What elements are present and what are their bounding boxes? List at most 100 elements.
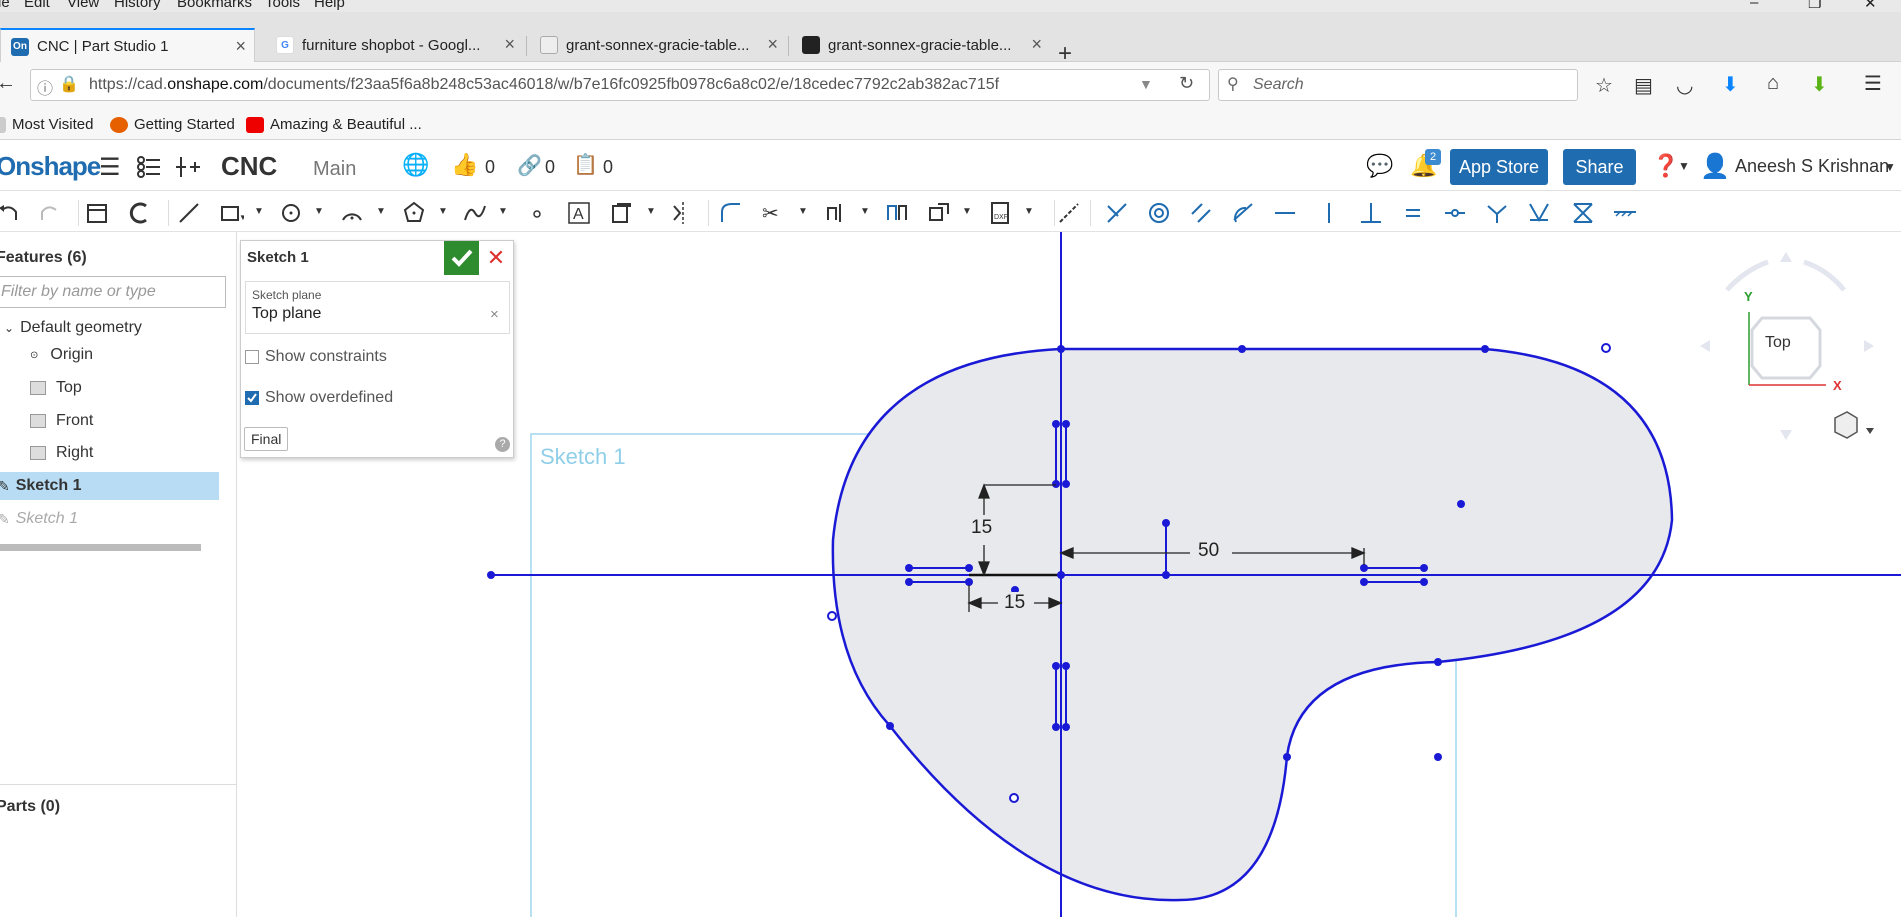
redo-icon[interactable] — [36, 200, 62, 226]
like-icon[interactable]: 👍 — [451, 152, 478, 178]
hamburger-menu-icon[interactable]: ☰ — [1864, 71, 1882, 96]
info-icon[interactable]: ⓘ — [37, 75, 53, 99]
copy-icon[interactable]: 📋 — [573, 152, 598, 177]
transform-tool-icon[interactable] — [926, 200, 952, 226]
reader-list-icon[interactable]: ▤ — [1634, 73, 1653, 98]
dxf-import-icon[interactable]: DXF — [988, 200, 1014, 226]
dimension-horizontal-small-value[interactable]: 15 — [1004, 592, 1026, 614]
menu-file[interactable]: le — [0, 0, 10, 11]
clear-icon[interactable]: × — [490, 306, 499, 323]
coincident-constraint-icon[interactable] — [1104, 200, 1130, 226]
chevron-down-icon[interactable]: ▼ — [860, 206, 870, 217]
reload-icon[interactable]: ↻ — [1179, 73, 1194, 94]
pocket-icon[interactable]: ◡ — [1676, 73, 1693, 98]
close-icon[interactable]: × — [235, 36, 246, 57]
trim-tool-icon[interactable]: ✂ — [760, 200, 786, 226]
horizontal-constraint-icon[interactable] — [1272, 200, 1298, 226]
polygon-tool-icon[interactable] — [402, 200, 428, 226]
point-tool-icon[interactable] — [524, 200, 550, 226]
offset-tool-icon[interactable] — [884, 200, 910, 226]
equal-constraint-icon[interactable] — [1400, 200, 1426, 226]
parallel-constraint-icon[interactable] — [1188, 200, 1214, 226]
use-tool-icon[interactable] — [610, 200, 636, 226]
chevron-down-icon[interactable]: ▼ — [498, 206, 508, 217]
circle-tool-icon[interactable] — [280, 200, 306, 226]
close-icon[interactable]: × — [504, 34, 515, 55]
globe-icon[interactable]: 🌐 — [402, 152, 429, 178]
concentric-constraint-icon[interactable] — [1146, 200, 1172, 226]
extend-tool-icon[interactable] — [822, 200, 848, 226]
share-button[interactable]: Share — [1563, 149, 1636, 185]
minimize-icon[interactable]: – — [1750, 0, 1758, 11]
home-icon[interactable]: ⌂ — [1767, 72, 1779, 95]
construction-tool-icon[interactable] — [1056, 200, 1082, 226]
feature-sketch-1[interactable]: ✎ Sketch 1 — [0, 477, 82, 495]
tab-gracie-table-1[interactable]: grant-sonnex-gracie-table... × — [530, 28, 786, 62]
parts-title[interactable]: Parts (0) — [0, 798, 60, 816]
close-window-icon[interactable]: ✕ — [1864, 0, 1877, 12]
midpoint-constraint-icon[interactable] — [1442, 200, 1468, 226]
chevron-down-icon[interactable]: ▼ — [798, 206, 808, 217]
feature-origin[interactable]: ⊙ Origin — [30, 346, 93, 364]
symmetric-constraint-icon[interactable] — [1570, 200, 1596, 226]
menu-edit[interactable]: Edit — [24, 0, 50, 11]
tangent-constraint-icon[interactable] — [1230, 200, 1256, 226]
back-icon[interactable]: ← — [0, 72, 16, 95]
arc-tool-icon[interactable] — [340, 200, 366, 226]
feature-sketch-1-rollback[interactable]: ✎ Sketch 1 — [0, 510, 78, 528]
spline-tool-icon[interactable] — [462, 200, 488, 226]
text-tool-icon[interactable]: A — [566, 200, 592, 226]
tab-google-search[interactable]: G furniture shopbot - Googl... × — [266, 28, 523, 62]
bookmark-amazing-beautiful[interactable]: Amazing & Beautiful ... — [246, 116, 422, 133]
show-overdefined-checkbox[interactable]: Show overdefined — [245, 389, 393, 407]
feature-front-plane[interactable]: Front — [30, 412, 93, 430]
feature-tree-icon[interactable] — [136, 155, 162, 179]
sketch-book-icon[interactable] — [84, 200, 110, 226]
feature-right-plane[interactable]: Right — [30, 444, 93, 462]
tab-gracie-table-2[interactable]: grant-sonnex-gracie-table... × — [792, 28, 1050, 62]
close-icon[interactable]: × — [767, 34, 778, 55]
chevron-down-icon[interactable]: ▼ — [962, 206, 972, 217]
user-name[interactable]: Aneesh S Krishnan — [1735, 156, 1889, 177]
fillet-tool-icon[interactable] — [718, 200, 744, 226]
chevron-down-icon[interactable]: ▼ — [1884, 160, 1896, 174]
insert-icon[interactable] — [176, 155, 202, 179]
view-cube-face-label[interactable]: Top — [1765, 334, 1791, 352]
help-icon[interactable]: ? — [495, 437, 510, 452]
app-store-button[interactable]: App Store — [1450, 149, 1548, 185]
menu-bookmarks[interactable]: Bookmarks — [177, 0, 252, 11]
bookmark-most-visited[interactable]: Most Visited — [0, 116, 93, 133]
menu-help[interactable]: Help — [314, 0, 345, 11]
url-bar[interactable]: ⓘ 🔒 https://cad. onshape.com/documents/f2… — [30, 69, 1210, 101]
default-geometry-group[interactable]: ⌄ Default geometry — [4, 319, 142, 337]
chevron-down-icon[interactable]: ▼ — [646, 206, 656, 217]
menu-history[interactable]: History — [114, 0, 161, 11]
link-icon[interactable]: 🔗 — [517, 153, 542, 178]
chevron-down-icon[interactable]: ▼ — [1678, 159, 1690, 173]
workspace-name[interactable]: Main — [313, 158, 356, 181]
chevron-down-icon[interactable]: ▼ — [438, 206, 448, 217]
show-constraints-checkbox[interactable]: Show constraints — [245, 348, 387, 366]
perpendicular-constraint-icon[interactable] — [1358, 200, 1384, 226]
normal-constraint-icon[interactable] — [1484, 200, 1510, 226]
chevron-down-icon[interactable]: ▼ — [314, 206, 324, 217]
mirror-tool-icon[interactable] — [670, 200, 696, 226]
menu-view[interactable]: View — [67, 0, 99, 11]
download-helper-icon[interactable]: ⬇ — [1811, 72, 1828, 97]
chevron-down-icon[interactable]: ▼ — [376, 206, 386, 217]
onshape-logo[interactable]: Onshape — [0, 151, 101, 182]
download-icon[interactable]: ⬇ — [1722, 72, 1739, 97]
chevron-down-icon[interactable]: ⌄ — [4, 321, 14, 335]
feature-top-plane[interactable]: Top — [30, 379, 82, 397]
vertical-constraint-icon[interactable] — [1316, 200, 1342, 226]
close-icon[interactable]: × — [1031, 34, 1042, 55]
tab-cnc-part-studio[interactable]: On CNC | Part Studio 1 × — [0, 28, 255, 63]
star-icon[interactable]: ☆ — [1595, 73, 1613, 98]
sketch-plane-field[interactable]: Sketch plane Top plane × — [245, 281, 510, 334]
rollback-bar[interactable] — [0, 544, 201, 551]
pierce-constraint-icon[interactable] — [1526, 200, 1552, 226]
fix-constraint-icon[interactable] — [1612, 200, 1638, 226]
cancel-button[interactable]: ✕ — [481, 243, 511, 273]
line-tool-icon[interactable] — [176, 200, 202, 226]
restore-icon[interactable]: ❐ — [1808, 0, 1821, 12]
